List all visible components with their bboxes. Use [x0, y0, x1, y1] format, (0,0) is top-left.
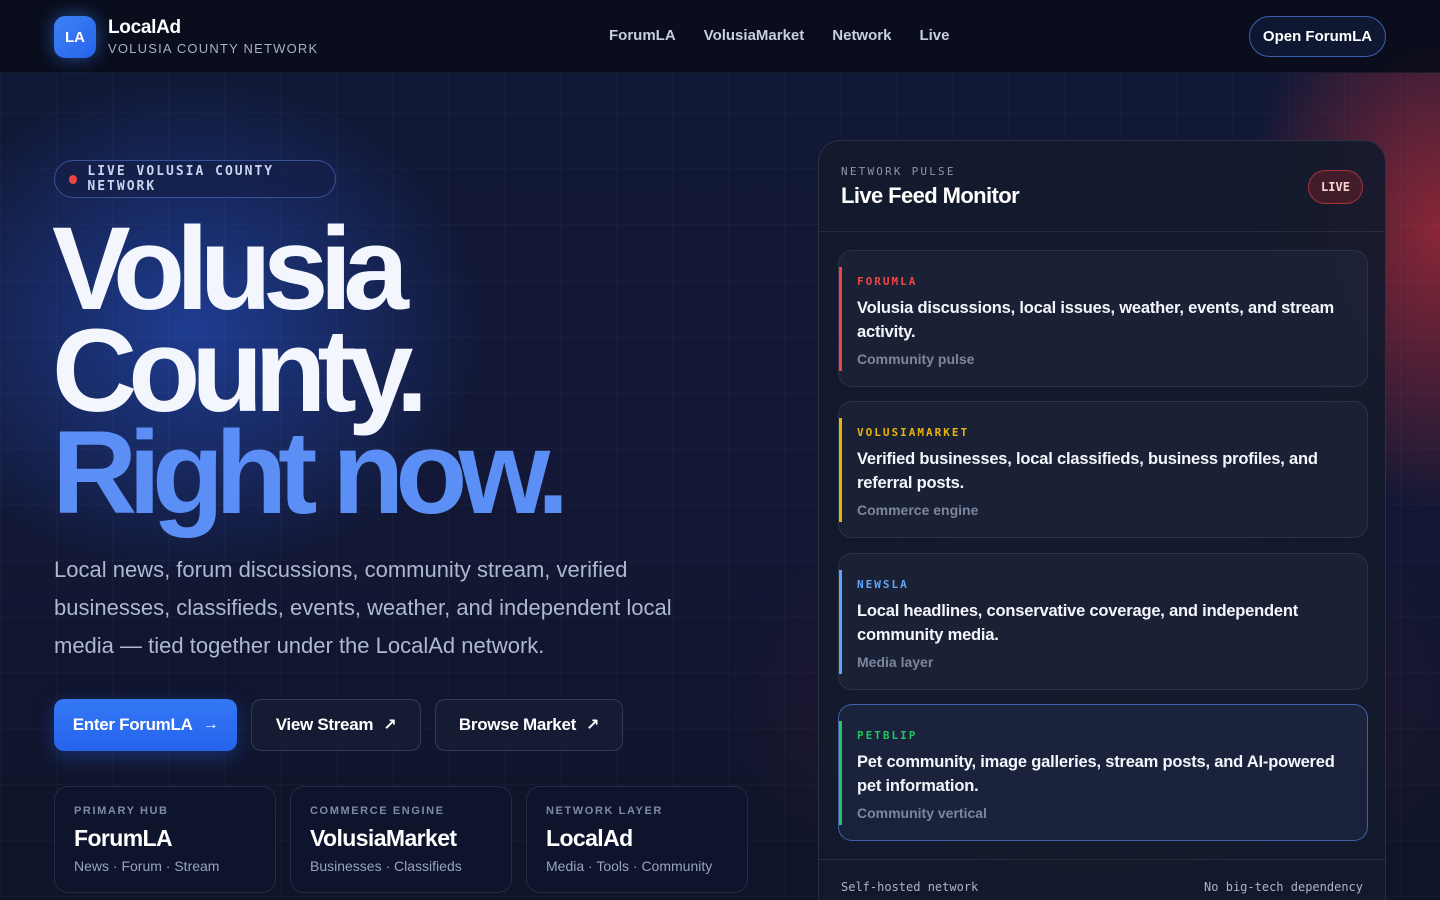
live-network-pill: LIVE VOLUSIA COUNTY NETWORK	[54, 160, 336, 198]
live-status-badge: LIVE	[1308, 170, 1363, 204]
hero-title: Volusia County. Right now.	[52, 210, 570, 539]
view-stream-button[interactable]: View Stream ↗	[251, 699, 421, 751]
card-label: PRIMARY HUB	[74, 805, 169, 817]
feed-item-volusiamarket[interactable]: VOLUSIAMARKET Verified businesses, local…	[838, 401, 1368, 538]
feed-tag: FORUMLA	[857, 275, 918, 288]
feed-accent-bar	[839, 267, 842, 371]
external-arrow-icon: ↗	[383, 717, 397, 734]
feed-body: Volusia discussions, local issues, weath…	[857, 299, 1335, 341]
arrow-right-icon: →	[202, 716, 219, 733]
top-navigation-bar: LA LocalAd VOLUSIA COUNTY NETWORK ForumL…	[0, 0, 1440, 73]
logo-badge[interactable]: LA	[54, 16, 96, 58]
hero-description: Local news, forum discussions, community…	[54, 557, 672, 658]
feed-body: Pet community, image galleries, stream p…	[857, 753, 1335, 795]
card-title: VolusiaMarket	[310, 825, 457, 851]
card-subtitle: News · Forum · Stream	[74, 858, 220, 874]
hero-title-line3: Right now.	[52, 407, 570, 539]
main-nav: ForumLA VolusiaMarket Network Live	[609, 27, 949, 44]
live-feed-panel: NETWORK PULSE Live Feed Monitor LIVE FOR…	[818, 140, 1386, 900]
footer-no-bigtech: No big-tech dependency	[1204, 880, 1363, 894]
feed-item-petblip[interactable]: PETBLIP Pet community, image galleries, …	[838, 704, 1368, 841]
feed-meta: Community vertical	[857, 805, 987, 821]
feed-accent-bar	[839, 418, 842, 522]
nav-link-forumla[interactable]: ForumLA	[609, 27, 676, 44]
feed-body: Local headlines, conservative coverage, …	[857, 602, 1299, 644]
card-label: COMMERCE ENGINE	[310, 805, 445, 817]
feed-tag: PETBLIP	[857, 729, 918, 742]
panel-title: Live Feed Monitor	[841, 183, 1020, 208]
footer-self-hosted: Self-hosted network	[841, 880, 979, 894]
external-arrow-icon: ↗	[585, 717, 600, 734]
feed-item-forumla[interactable]: FORUMLA Volusia discussions, local issue…	[838, 250, 1368, 387]
browse-market-label: Browse Market	[458, 715, 576, 734]
card-label: NETWORK LAYER	[546, 805, 663, 817]
feed-meta: Community pulse	[857, 351, 975, 367]
nav-link-live[interactable]: Live	[919, 27, 949, 44]
feed-accent-bar	[839, 570, 842, 674]
feed-item-newsla[interactable]: NEWSLA Local headlines, conservative cov…	[838, 553, 1368, 690]
feed-tag: NEWSLA	[857, 578, 909, 591]
nav-link-volusiamarket[interactable]: VolusiaMarket	[704, 27, 805, 44]
panel-footer: Self-hosted network No big-tech dependen…	[819, 859, 1385, 900]
feed-body: Verified businesses, local classifieds, …	[857, 450, 1318, 492]
view-stream-label: View Stream	[275, 715, 374, 734]
card-title: ForumLA	[74, 825, 173, 851]
brand-subtitle: VOLUSIA COUNTY NETWORK	[108, 41, 319, 56]
browse-market-button[interactable]: Browse Market ↗	[435, 699, 623, 751]
enter-forumla-button[interactable]: Enter ForumLA →	[54, 699, 237, 751]
card-commerce-engine[interactable]: COMMERCE ENGINE VolusiaMarket Businesses…	[290, 786, 512, 893]
enter-forumla-label: Enter ForumLA	[72, 715, 193, 734]
feed-meta: Media layer	[857, 654, 934, 670]
card-title: LocalAd	[546, 825, 633, 851]
live-network-label: LIVE VOLUSIA COUNTY NETWORK	[87, 164, 275, 194]
open-forumla-button[interactable]: Open ForumLA	[1249, 16, 1386, 57]
live-dot-icon	[69, 174, 78, 184]
feed-accent-bar	[839, 721, 842, 825]
panel-kicker: NETWORK PULSE	[841, 165, 956, 178]
brand-name[interactable]: LocalAd	[108, 17, 181, 39]
card-network-layer[interactable]: NETWORK LAYER LocalAd Media · Tools · Co…	[526, 786, 748, 893]
feed-tag: VOLUSIAMARKET	[857, 426, 970, 439]
card-subtitle: Media · Tools · Community	[546, 858, 713, 874]
feed-meta: Commerce engine	[857, 502, 979, 518]
panel-header: NETWORK PULSE Live Feed Monitor LIVE	[819, 141, 1385, 232]
nav-link-network[interactable]: Network	[832, 27, 891, 44]
card-primary-hub[interactable]: PRIMARY HUB ForumLA News · Forum · Strea…	[54, 786, 276, 893]
card-subtitle: Businesses · Classifieds	[310, 858, 462, 874]
